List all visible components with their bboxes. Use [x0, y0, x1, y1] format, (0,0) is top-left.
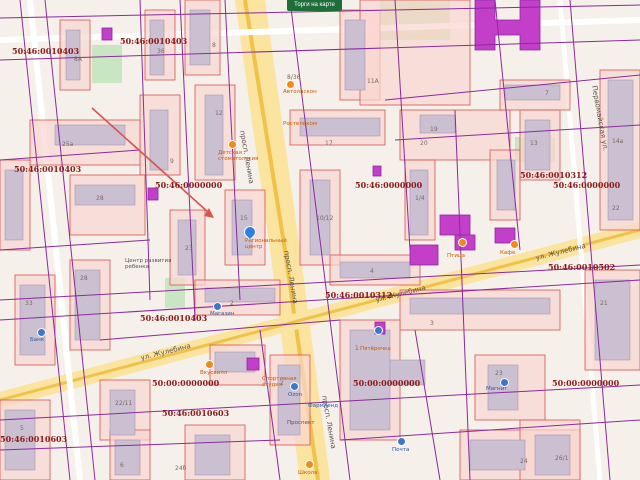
cadastral-label[interactable]: 50:46:0010403 — [14, 164, 81, 174]
cadastral-label[interactable]: 50:46:0010403 — [140, 313, 207, 323]
poi-marker[interactable] — [37, 328, 46, 337]
house-number: 28 — [96, 195, 104, 202]
poi-label[interactable]: Ростелеком — [283, 121, 317, 127]
house-number: 7 — [545, 90, 549, 97]
poi-label[interactable]: Пятёрочка — [360, 346, 391, 352]
poi-label[interactable]: Почта — [392, 447, 409, 453]
house-number: 2 — [230, 300, 234, 307]
house-number: 22/11 — [115, 400, 133, 407]
cadastral-label[interactable]: 50:46:0010603 — [162, 408, 229, 418]
cadastral-label[interactable]: 50:46:0010403 — [120, 36, 187, 46]
house-number: 36 — [157, 48, 165, 55]
poi-label[interactable]: Птица — [447, 253, 465, 259]
house-number: 26/1 — [555, 455, 569, 462]
poi-marker[interactable] — [510, 240, 519, 249]
house-number: 8А — [74, 56, 82, 63]
house-number: 1 — [355, 345, 359, 352]
poi-label[interactable]: Магнит — [486, 386, 507, 392]
cadastral-label[interactable]: 50:46:0010312 — [520, 170, 587, 180]
cadastral-label[interactable]: 50:46:0000000 — [355, 180, 422, 190]
poi-label[interactable]: Вкусвилл — [200, 370, 227, 376]
house-number: 5 — [20, 425, 24, 432]
house-number: 8 — [212, 42, 216, 49]
poi-label[interactable]: Кафе — [500, 250, 515, 256]
house-number: 10/12 — [316, 215, 334, 222]
house-number: 20 — [420, 140, 428, 147]
house-number: 33 — [25, 300, 33, 307]
poi-label[interactable]: Детская стоматология — [218, 150, 258, 162]
poi-label[interactable]: Центр развития ребенка — [125, 258, 171, 270]
poi-marker[interactable] — [213, 302, 222, 311]
house-number: 24 — [520, 458, 528, 465]
poi-marker[interactable] — [305, 460, 314, 469]
house-number: 24б — [175, 465, 187, 472]
cadastral-label[interactable]: 50:00:0000000 — [552, 378, 619, 388]
poi-marker[interactable] — [228, 140, 237, 149]
house-number: 19 — [430, 126, 438, 133]
poi-marker[interactable] — [397, 437, 406, 446]
house-number: 21 — [600, 300, 608, 307]
cadastral-label[interactable]: 50:46:0010502 — [548, 262, 615, 272]
poi-label[interactable]: Ozon — [288, 392, 302, 398]
house-number: 28 — [80, 275, 88, 282]
cadastral-label[interactable]: 50:46:0010403 — [12, 46, 79, 56]
house-number: 11А — [367, 78, 379, 85]
poi-marker[interactable] — [286, 80, 295, 89]
poi-label[interactable]: Банк — [30, 337, 44, 343]
house-number: 1/4 — [415, 195, 425, 202]
poi-label[interactable]: Региональный центр — [245, 238, 287, 250]
house-number: 12 — [215, 110, 223, 117]
house-number: 4 — [370, 268, 374, 275]
house-number: 23 — [185, 245, 193, 252]
house-number: 23 — [495, 370, 503, 377]
house-number: 9 — [170, 158, 174, 165]
house-number: 14а — [612, 138, 624, 145]
poi-label[interactable]: Проспект — [287, 420, 315, 426]
poi-label[interactable]: Магазин — [210, 311, 234, 317]
cadastral-label[interactable]: 50:00:0000000 — [152, 378, 219, 388]
cadastral-label[interactable]: 50:46:0010603 — [0, 434, 67, 444]
house-number: 25а — [62, 141, 74, 148]
poi-label[interactable]: Школа — [298, 470, 317, 476]
house-number: 17 — [325, 140, 333, 147]
cadastral-label[interactable]: 50:46:0000000 — [155, 180, 222, 190]
house-number: 15 — [240, 215, 248, 222]
house-number: 22 — [612, 205, 620, 212]
cadastral-map[interactable]: Торги на карте 50:46:0010403 50:46:00104… — [0, 0, 640, 480]
torgi-button[interactable]: Торги на карте — [287, 0, 342, 11]
poi-marker[interactable] — [205, 360, 214, 369]
house-number: 6 — [120, 462, 124, 469]
cadastral-label[interactable]: 50:00:0000000 — [353, 378, 420, 388]
poi-label[interactable]: Автоласкон — [283, 89, 317, 95]
poi-marker[interactable] — [374, 326, 383, 335]
poi-label[interactable]: Фармленд — [308, 403, 338, 409]
poi-marker[interactable] — [458, 238, 467, 247]
cadastral-label[interactable]: 50:46:0000000 — [553, 180, 620, 190]
house-number: 13 — [530, 140, 538, 147]
park — [92, 45, 122, 83]
house-number: 3 — [430, 320, 434, 327]
poi-marker[interactable] — [290, 382, 299, 391]
